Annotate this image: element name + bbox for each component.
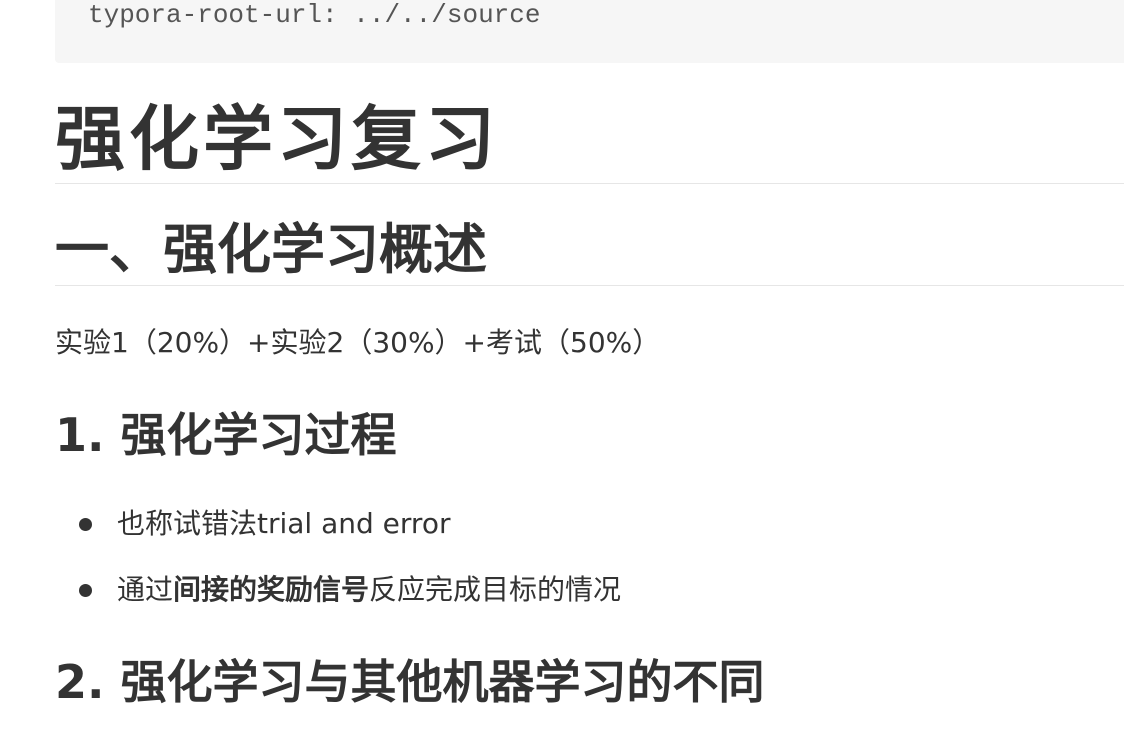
yaml-front-matter-block[interactable]: typora-root-url: ../../source: [55, 0, 1124, 63]
list-item-text-after: 反应完成目标的情况: [369, 573, 622, 606]
bullet-dot-icon: [79, 518, 92, 531]
grading-paragraph: 实验1（20%）+实验2（30%）+考试（50%）: [55, 326, 661, 359]
list-item-text: 也称试错法trial and error: [117, 504, 450, 544]
markdown-document: typora-root-url: ../../source 强化学习复习 一、强…: [55, 0, 1124, 744]
bullet-dot-icon: [79, 584, 92, 597]
list-item-text-plain: 也称试错法trial and error: [117, 507, 451, 540]
list-item-text-bold: 间接的奖励信号: [173, 573, 370, 606]
subsection-heading-differences: 2. 强化学习与其他机器学习的不同: [55, 655, 765, 709]
front-matter-code-line: typora-root-url: ../../source: [88, 0, 541, 30]
document-title-heading: 强化学习复习: [55, 96, 1124, 184]
list-item-text: 通过间接的奖励信号反应完成目标的情况: [117, 570, 621, 610]
subsection-heading-process: 1. 强化学习过程: [55, 408, 397, 462]
section-heading-overview: 一、强化学习概述: [55, 214, 1124, 286]
list-item-text-plain: 通过: [117, 573, 174, 606]
